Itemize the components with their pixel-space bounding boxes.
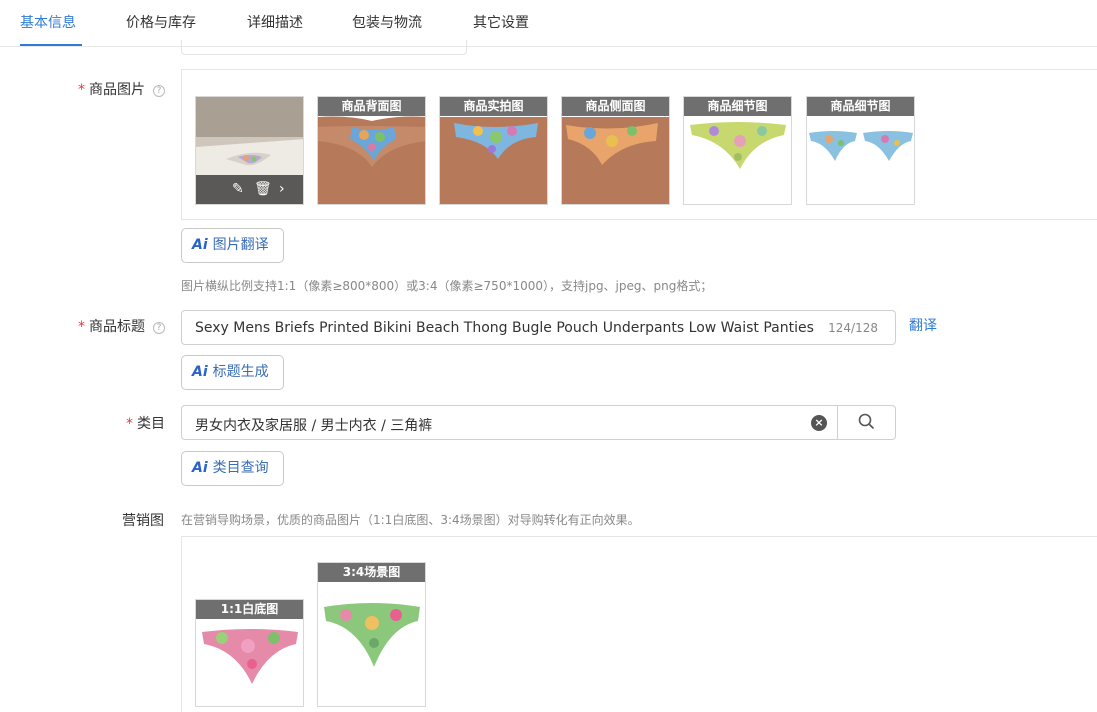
ai-icon: Ai: [192, 237, 208, 253]
marketing-images-label: 营销图: [122, 513, 164, 529]
tab-other-settings[interactable]: 其它设置: [473, 12, 529, 32]
ai-icon: Ai: [192, 460, 208, 476]
category-label: * 类目: [126, 416, 165, 432]
category-query-button[interactable]: Ai 类目查询: [181, 451, 284, 486]
tab-price-stock[interactable]: 价格与库存: [126, 12, 196, 32]
title-char-counter: 124/128: [828, 321, 878, 335]
ai-icon: Ai: [192, 364, 208, 380]
product-title-input[interactable]: Sexy Mens Briefs Printed Bikini Beach Th…: [181, 310, 896, 345]
translate-link[interactable]: 翻译: [909, 315, 937, 335]
image-thumbnail-real-shot[interactable]: 商品实拍图: [439, 96, 548, 205]
tab-bar: 基本信息 价格与库存 详细描述 包装与物流 其它设置: [0, 0, 1097, 47]
image-caption: 3:4场景图: [318, 563, 425, 582]
title-value: Sexy Mens Briefs Printed Bikini Beach Th…: [195, 320, 817, 336]
image-caption: 1:1白底图: [196, 600, 303, 619]
question-circle-icon[interactable]: ?: [153, 322, 165, 334]
image-caption: 商品侧面图: [562, 97, 669, 116]
marketing-image-white-bg[interactable]: 1:1白底图: [195, 599, 304, 707]
delete-icon[interactable]: 🗑: [254, 181, 272, 197]
image-thumbnail-detail-2[interactable]: 商品细节图: [806, 96, 915, 205]
image-thumbnail-detail-1[interactable]: 商品细节图: [683, 96, 792, 205]
image-action-overlay: ✎ 🗑 ›: [196, 175, 303, 204]
edit-icon[interactable]: ✎: [232, 181, 244, 197]
category-selector[interactable]: 男女内衣及家居服 / 男士内衣 / 三角裤 ×: [181, 405, 896, 440]
clear-circle-icon[interactable]: ×: [811, 415, 827, 431]
category-value: 男女内衣及家居服 / 男士内衣 / 三角裤: [195, 418, 433, 434]
active-tab-indicator: [20, 44, 82, 46]
image-format-hint: 图片横纵比例支持1:1（像素≥800*800）或3:4（像素≥750*1000）…: [181, 279, 713, 293]
product-title-label: * 商品标题?: [78, 316, 165, 336]
title-generate-button[interactable]: Ai 标题生成: [181, 355, 284, 390]
image-thumbnail-side[interactable]: 商品侧面图: [561, 96, 670, 205]
previous-field-box: [181, 40, 467, 55]
chevron-right-icon[interactable]: ›: [279, 181, 285, 197]
search-icon: [858, 413, 874, 429]
image-translate-button[interactable]: Ai 图片翻译: [181, 228, 284, 263]
image-caption: 商品实拍图: [440, 97, 547, 116]
question-circle-icon[interactable]: ?: [153, 85, 165, 97]
marketing-images-hint: 在营销导购场景，优质的商品图片（1:1白底图、3:4场景图）对导购转化有正向效果…: [181, 513, 640, 527]
tab-basic-info[interactable]: 基本信息: [20, 12, 76, 32]
image-caption: 商品细节图: [807, 97, 914, 116]
image-thumbnail-back[interactable]: 商品背面图: [317, 96, 426, 205]
tab-description[interactable]: 详细描述: [247, 12, 303, 32]
product-images-label: * 商品图片?: [78, 79, 165, 99]
category-search-button[interactable]: [837, 405, 896, 440]
main-image-thumbnail[interactable]: ✎ 🗑 ›: [195, 96, 304, 205]
image-caption: 商品细节图: [684, 97, 791, 116]
marketing-image-scene[interactable]: 3:4场景图: [317, 562, 426, 707]
image-caption: 商品背面图: [318, 97, 425, 116]
tab-packaging-logistics[interactable]: 包装与物流: [352, 12, 422, 32]
